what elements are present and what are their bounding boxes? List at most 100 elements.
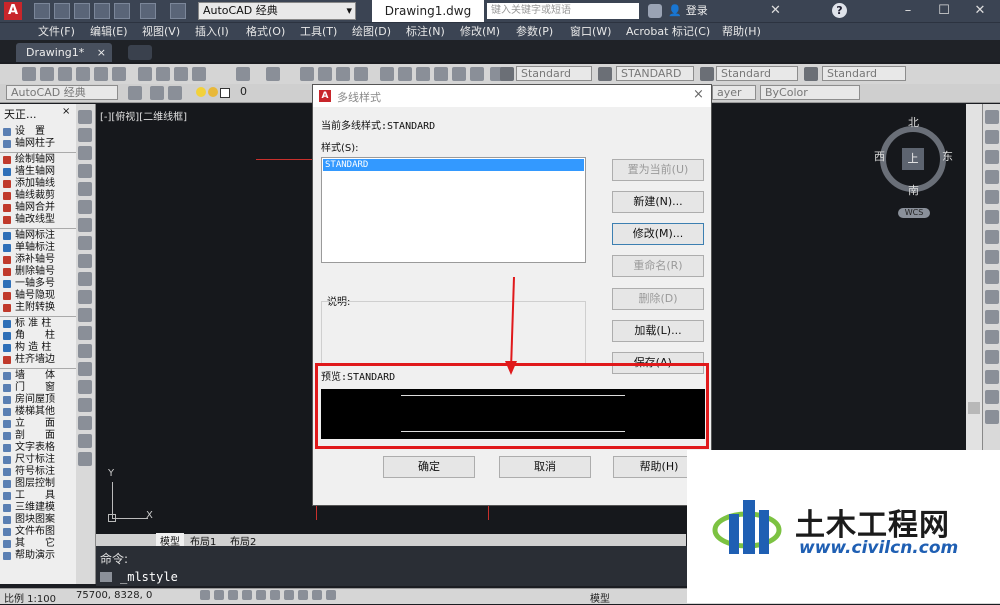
dim-style-select[interactable]: STANDARD	[616, 66, 694, 81]
redo-icon[interactable]	[266, 67, 280, 81]
layer-state-icon[interactable]	[168, 86, 182, 100]
ellipse-icon[interactable]	[78, 272, 92, 286]
palette-item[interactable]: 一轴多号	[0, 278, 76, 290]
ducs-icon[interactable]	[284, 590, 294, 600]
modify-button[interactable]: 修改(M)...	[612, 223, 704, 245]
command-input[interactable]: _mlstyle	[120, 570, 178, 584]
zoom-previous-icon[interactable]	[354, 67, 368, 81]
polar-icon[interactable]	[242, 590, 252, 600]
otrack-icon[interactable]	[270, 590, 280, 600]
palette-item[interactable]: 文件布图	[0, 526, 76, 538]
transparency-icon[interactable]	[326, 590, 336, 600]
paste-icon[interactable]	[174, 67, 188, 81]
lightbulb-icon[interactable]	[196, 87, 206, 97]
rectangle-icon[interactable]	[78, 182, 92, 196]
undo-icon[interactable]	[140, 3, 156, 19]
plot-preview-icon[interactable]	[94, 67, 108, 81]
palette-item[interactable]: 轴网柱子	[0, 138, 76, 150]
markup-icon[interactable]	[452, 67, 466, 81]
zoom-window-icon[interactable]	[336, 67, 350, 81]
palette-item[interactable]: 柱齐墙边	[0, 354, 76, 366]
array-icon[interactable]	[985, 190, 999, 204]
make-block-icon[interactable]	[78, 326, 92, 340]
open-file-icon[interactable]	[54, 3, 70, 19]
menu-tools[interactable]: 工具(T)	[300, 23, 337, 41]
pan-icon[interactable]	[300, 67, 314, 81]
copy-icon[interactable]	[156, 67, 170, 81]
osnap-icon[interactable]	[256, 590, 266, 600]
compass-west[interactable]: 西	[874, 148, 885, 164]
palette-item[interactable]: 墙 体	[0, 370, 76, 382]
palette-close-icon[interactable]: ×	[62, 106, 70, 117]
chamfer-icon[interactable]	[985, 370, 999, 384]
menu-help[interactable]: 帮助(H)	[722, 23, 761, 41]
match-properties-icon[interactable]	[192, 67, 206, 81]
revcloud-icon[interactable]	[78, 236, 92, 250]
mleader-style-select[interactable]: Standard	[822, 66, 906, 81]
snap-icon[interactable]	[200, 590, 210, 600]
grid-icon[interactable]	[214, 590, 224, 600]
sheet-set-icon[interactable]	[434, 67, 448, 81]
palette-item[interactable]: 立 面	[0, 418, 76, 430]
menu-window[interactable]: 窗口(W)	[570, 23, 611, 41]
menu-file[interactable]: 文件(F)	[38, 23, 75, 41]
rotate-icon[interactable]	[985, 230, 999, 244]
join-icon[interactable]	[985, 350, 999, 364]
menu-view[interactable]: 视图(V)	[142, 23, 180, 41]
menu-format[interactable]: 格式(O)	[246, 23, 285, 41]
styles-list[interactable]: STANDARD	[321, 157, 586, 263]
stretch-icon[interactable]	[985, 270, 999, 284]
line-icon[interactable]	[78, 110, 92, 124]
palette-item[interactable]: 轴网合并	[0, 202, 76, 214]
palette-item[interactable]: 三维建模	[0, 502, 76, 514]
compass-north[interactable]: 北	[908, 114, 919, 130]
design-center-icon[interactable]	[398, 67, 412, 81]
point-icon[interactable]	[78, 344, 92, 358]
ok-button[interactable]: 确定	[383, 456, 475, 478]
style-list-item-selected[interactable]: STANDARD	[323, 159, 584, 171]
ellipse-arc-icon[interactable]	[78, 290, 92, 304]
workspace-combo[interactable]: AutoCAD 经典	[6, 85, 118, 100]
palette-item[interactable]: 轴线裁剪	[0, 190, 76, 202]
dyn-icon[interactable]	[298, 590, 308, 600]
palette-item[interactable]: 门 窗	[0, 382, 76, 394]
palette-item[interactable]: 轴改线型	[0, 214, 76, 226]
extend-icon[interactable]	[985, 310, 999, 324]
polyline-icon[interactable]	[78, 146, 92, 160]
maximize-icon[interactable]: ☐	[926, 0, 962, 22]
menu-insert[interactable]: 插入(I)	[195, 23, 229, 41]
wcs-button[interactable]: WCS	[898, 208, 930, 218]
exchange-icon[interactable]: ✕	[770, 3, 781, 18]
gradient-icon[interactable]	[78, 380, 92, 394]
palette-item[interactable]: 构 造 柱	[0, 342, 76, 354]
viewport-label[interactable]: [-][俯视][二维线框]	[100, 108, 187, 123]
erase-icon[interactable]	[985, 110, 999, 124]
hatch-icon[interactable]	[78, 362, 92, 376]
palette-item[interactable]: 其 它	[0, 538, 76, 550]
palette-item[interactable]: 房间屋顶	[0, 394, 76, 406]
trim-icon[interactable]	[985, 290, 999, 304]
ortho-icon[interactable]	[228, 590, 238, 600]
scale-icon[interactable]	[985, 250, 999, 264]
compass-south[interactable]: 南	[908, 182, 919, 198]
minimize-icon[interactable]: –	[890, 0, 926, 22]
help-icon[interactable]: ?	[832, 3, 847, 18]
palette-item[interactable]: 剖 面	[0, 430, 76, 442]
polygon-icon[interactable]	[78, 164, 92, 178]
save-icon[interactable]	[74, 3, 90, 19]
palette-item[interactable]: 绘制轴网	[0, 154, 76, 166]
color-select[interactable]: ByColor	[760, 85, 860, 100]
mtext-icon[interactable]	[78, 434, 92, 448]
new-tab-button[interactable]	[128, 45, 152, 60]
copy-object-icon[interactable]	[985, 130, 999, 144]
menu-modify[interactable]: 修改(M)	[460, 23, 500, 41]
palette-item[interactable]: 角 柱	[0, 330, 76, 342]
palette-item[interactable]: 轴号隐现	[0, 290, 76, 302]
dialog-close-icon[interactable]: ×	[693, 87, 704, 102]
search-input[interactable]: 键入关键字或短语	[487, 3, 639, 19]
offset-icon[interactable]	[985, 170, 999, 184]
viewcube-top-face[interactable]: 上	[902, 148, 924, 170]
layer-color-icon[interactable]	[220, 88, 230, 98]
close-tab-icon[interactable]: ×	[97, 43, 106, 62]
new-button[interactable]: 新建(N)...	[612, 191, 704, 213]
